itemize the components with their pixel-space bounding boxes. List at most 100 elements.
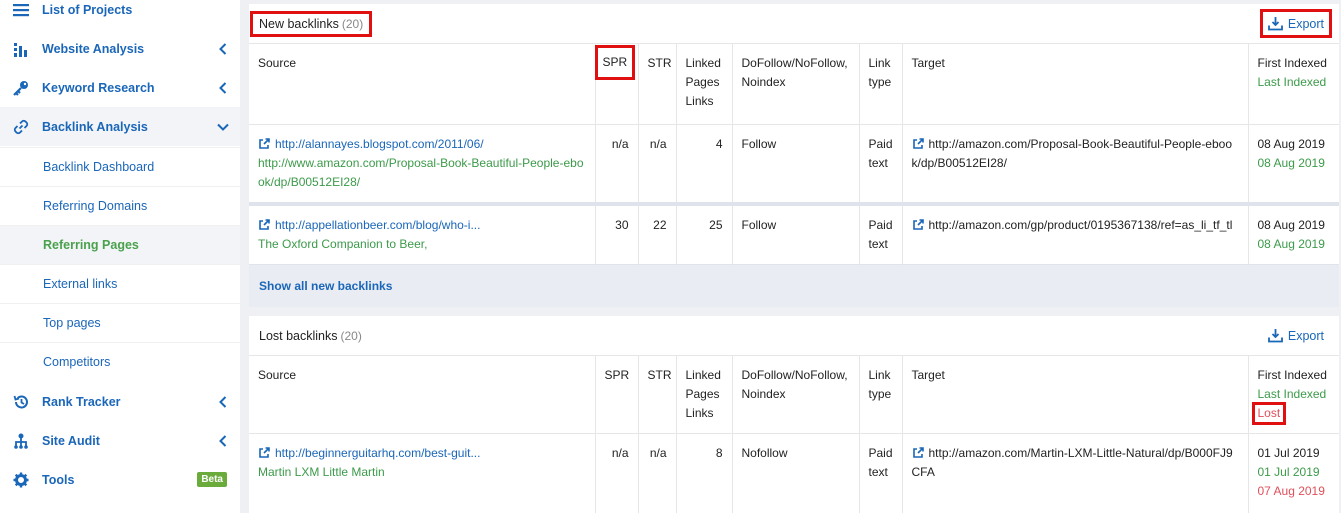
chevron-left-icon[interactable] [206, 81, 240, 94]
sidebar-item-label: Rank Tracker [42, 394, 121, 409]
sidebar-subitem-top-pages[interactable]: Top pages [0, 303, 240, 342]
sidebar-subitem-referring-pages[interactable]: Referring Pages [0, 225, 240, 264]
linked-value: 25 [675, 204, 732, 265]
sidebar-item-keyword-research[interactable]: Keyword Research [0, 68, 240, 107]
new-backlinks-table: Source SPR STR Linked Pages Links DoFoll… [249, 44, 1339, 265]
last-indexed-value: 01 Jul 2019 [1257, 465, 1320, 479]
target-url: http://amazon.com/Proposal-Book-Beautifu… [911, 136, 1233, 170]
target-link[interactable]: http://amazon.com/gp/product/0195367138/… [912, 216, 1239, 235]
sidebar-subitem-label: External links [43, 277, 118, 291]
sidebar-subitem-competitors[interactable]: Competitors [0, 342, 240, 381]
source-url: http://beginnerguitarhq.com/best-guit... [275, 446, 481, 460]
menu-icon [0, 3, 42, 17]
source-cell: http://alannayes.blogspot.com/2011/06/ h… [249, 124, 595, 204]
sidebar-subitem-referring-domains[interactable]: Referring Domains [0, 186, 240, 225]
sitemap-icon [0, 433, 42, 449]
target-cell: http://amazon.com/Martin-LXM-Little-Natu… [901, 433, 1248, 513]
chevron-down-icon[interactable] [206, 123, 240, 131]
col-linked-pages[interactable]: Linked Pages Links [675, 44, 732, 124]
table-row: http://appellationbeer.com/blog/who-i...… [249, 204, 1339, 265]
source-link[interactable]: http://appellationbeer.com/blog/who-i... [258, 216, 586, 235]
col-last-indexed[interactable]: Last Indexed [1258, 385, 1331, 404]
show-all-new-backlinks-link[interactable]: Show all new backlinks [249, 265, 1339, 307]
chevron-left-icon[interactable] [206, 42, 240, 55]
sidebar-item-website-analysis[interactable]: Website Analysis [0, 29, 240, 68]
lost-value: 07 Aug 2019 [1257, 484, 1325, 498]
col-source[interactable]: Source [249, 356, 595, 434]
chart-icon [0, 41, 42, 57]
source-url: http://alannayes.blogspot.com/2011/06/ [275, 136, 484, 151]
source-url: http://appellationbeer.com/blog/who-i... [275, 218, 481, 232]
first-indexed-value: 08 Aug 2019 [1257, 136, 1325, 151]
indexed-cell: 08 Aug 2019 08 Aug 2019 [1247, 204, 1339, 265]
col-str[interactable]: STR [637, 44, 676, 124]
target-link[interactable]: http://amazon.com/Proposal-Book-Beautifu… [912, 135, 1239, 173]
source-link[interactable]: http://beginnerguitarhq.com/best-guit... [258, 444, 586, 463]
export-button[interactable]: Export [1259, 9, 1333, 38]
gear-icon [0, 472, 42, 488]
lost-backlinks-panel: Lost backlinks (20) Export Source SPR ST… [249, 316, 1339, 513]
sidebar-subitem-label: Backlink Dashboard [43, 160, 155, 174]
external-link-icon [259, 137, 270, 149]
sidebar-subitem-external-links[interactable]: External links [0, 264, 240, 303]
col-dofollow[interactable]: DoFollow/NoFollow, Noindex [731, 356, 859, 434]
export-label: Export [1287, 16, 1324, 31]
dofollow-value: Nofollow [731, 433, 859, 513]
table-header-row: Source SPR STR Linked Pages Links DoFoll… [249, 44, 1339, 124]
first-indexed-value: 01 Jul 2019 [1257, 446, 1320, 460]
export-button[interactable]: Export [1263, 324, 1329, 347]
target-url: http://amazon.com/Martin-LXM-Little-Natu… [911, 446, 1233, 479]
col-target[interactable]: Target [901, 356, 1248, 434]
col-first-indexed[interactable]: First Indexed [1258, 366, 1331, 385]
link-type-value: Paid text [858, 433, 902, 513]
col-last-indexed[interactable]: Last Indexed [1258, 73, 1331, 92]
source-link[interactable]: http://alannayes.blogspot.com/2011/06/ [258, 135, 586, 154]
sidebar-item-site-audit[interactable]: Site Audit [0, 421, 240, 460]
sidebar-item-backlink-analysis[interactable]: Backlink Analysis [0, 107, 240, 146]
source-cell: http://appellationbeer.com/blog/who-i...… [249, 204, 595, 265]
col-link-type[interactable]: Link type [858, 356, 902, 434]
external-link-icon [259, 447, 270, 458]
str-value: 22 [637, 204, 676, 265]
chevron-left-icon[interactable] [206, 395, 240, 408]
col-lost[interactable]: Lost [1251, 402, 1287, 425]
table-row: http://beginnerguitarhq.com/best-guit...… [249, 433, 1339, 513]
target-link[interactable]: http://amazon.com/Martin-LXM-Little-Natu… [912, 444, 1239, 482]
col-linked-pages[interactable]: Linked Pages Links [675, 356, 732, 434]
new-backlinks-title-box: New backlinks (20) [249, 10, 373, 37]
str-value: n/a [637, 433, 676, 513]
sidebar-subitem-backlink-dashboard[interactable]: Backlink Dashboard [0, 147, 240, 186]
col-dofollow[interactable]: DoFollow/NoFollow, Noindex [731, 44, 859, 124]
linked-value: 8 [675, 433, 732, 513]
source-anchor: The Oxford Companion to Beer, [258, 237, 428, 251]
col-link-type[interactable]: Link type [858, 44, 902, 124]
source-anchor: http://www.amazon.com/Proposal-Book-Beau… [258, 155, 584, 189]
new-backlinks-header: New backlinks (20) Export [249, 4, 1339, 44]
export-label: Export [1287, 328, 1324, 343]
chevron-left-icon[interactable] [206, 434, 240, 447]
target-cell: http://amazon.com/gp/product/0195367138/… [901, 204, 1248, 265]
col-str[interactable]: STR [637, 356, 676, 434]
last-indexed-value: 08 Aug 2019 [1257, 155, 1325, 170]
sidebar-item-rank-tracker[interactable]: Rank Tracker [0, 382, 240, 421]
col-spr-cell: SPR [594, 44, 638, 124]
link-type-value: Paid text [858, 124, 902, 204]
dofollow-value: Follow [731, 124, 859, 204]
target-cell: http://amazon.com/Proposal-Book-Beautifu… [901, 124, 1248, 204]
col-indexed: First Indexed Last Indexed Lost [1247, 356, 1339, 434]
sidebar-item-tools[interactable]: Tools Beta [0, 460, 240, 499]
beta-badge: Beta [197, 472, 227, 487]
table-row: http://alannayes.blogspot.com/2011/06/ h… [249, 124, 1339, 204]
col-target[interactable]: Target [901, 44, 1248, 124]
col-first-indexed[interactable]: First Indexed [1258, 54, 1331, 73]
indexed-cell: 08 Aug 2019 08 Aug 2019 [1247, 124, 1339, 204]
sidebar-item-list-of-projects[interactable]: List of Projects [0, 0, 240, 29]
external-link-icon [259, 219, 270, 230]
col-spr[interactable]: SPR [594, 356, 638, 434]
external-link-icon [912, 137, 924, 149]
sidebar-subitem-label: Referring Pages [43, 238, 139, 252]
sidebar-item-label: Backlink Analysis [42, 119, 148, 134]
col-spr[interactable]: SPR [594, 45, 636, 80]
sidebar-subitem-label: Referring Domains [43, 199, 148, 213]
col-source[interactable]: Source [249, 44, 595, 124]
